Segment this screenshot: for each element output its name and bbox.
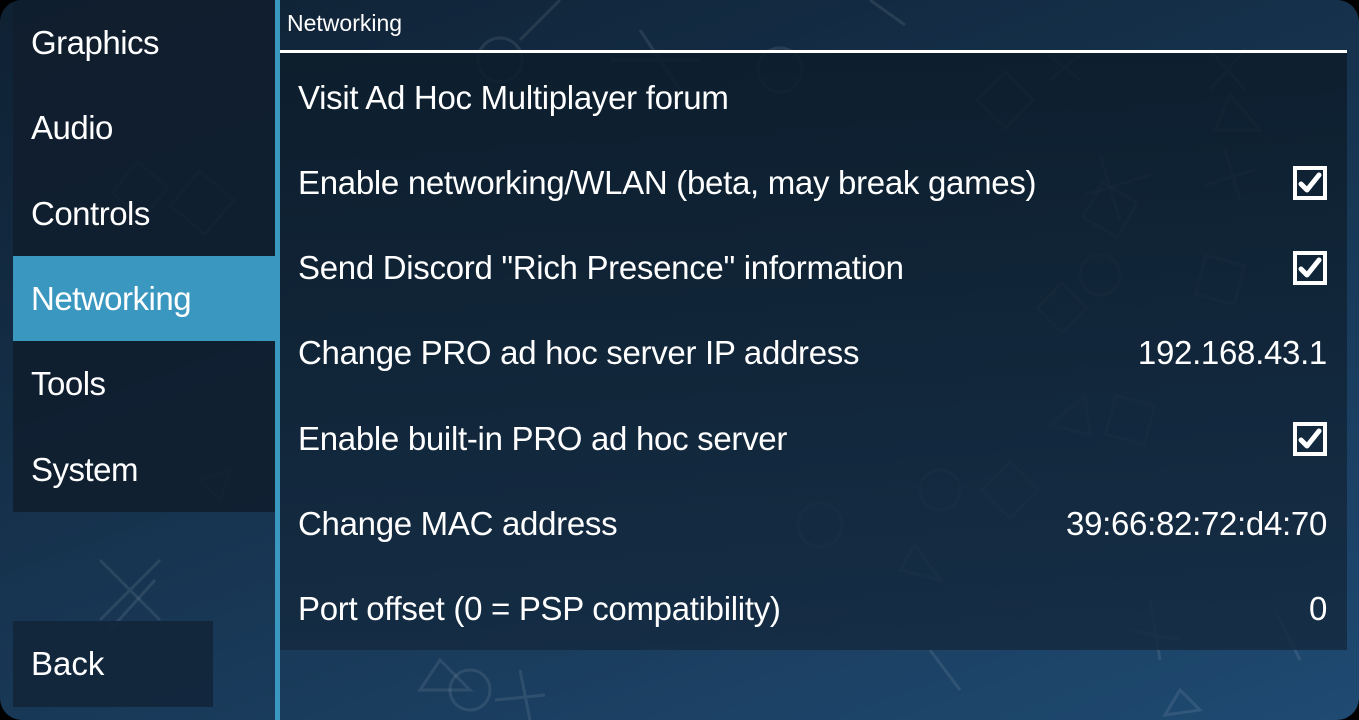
port-offset-value: 0 — [1308, 589, 1327, 627]
setting-port-offset[interactable]: Port offset (0 = PSP compatibility) 0 — [280, 566, 1347, 651]
setting-adhoc-forum-link[interactable]: Visit Ad Hoc Multiplayer forum — [280, 55, 1347, 140]
setting-label: Change PRO ad hoc server IP address — [298, 333, 860, 371]
sidebar-item-label: Tools — [31, 364, 106, 402]
setting-mac-address[interactable]: Change MAC address 39:66:82:72:d4:70 — [280, 481, 1347, 566]
screen: Graphics Audio Controls Networking Tools… — [0, 0, 1359, 720]
setting-label: Port offset (0 = PSP compatibility) — [298, 589, 781, 627]
checkmark-icon — [1298, 172, 1322, 192]
setting-discord-rich-presence[interactable]: Send Discord "Rich Presence" information — [280, 225, 1347, 310]
sidebar-item-label: Graphics — [31, 23, 160, 61]
setting-label: Enable built-in PRO ad hoc server — [298, 419, 788, 457]
builtin-server-checkbox[interactable] — [1293, 421, 1327, 456]
enable-networking-checkbox[interactable] — [1293, 165, 1327, 200]
discord-rich-presence-checkbox[interactable] — [1293, 250, 1327, 285]
back-button[interactable]: Back — [13, 621, 213, 707]
page-title: Networking — [287, 10, 403, 36]
back-button-label: Back — [31, 645, 105, 682]
setting-label: Enable networking/WLAN (beta, may break … — [298, 163, 1037, 201]
sidebar-item-networking[interactable]: Networking — [13, 256, 275, 341]
sidebar-item-audio[interactable]: Audio — [13, 85, 275, 170]
sidebar: Graphics Audio Controls Networking Tools… — [13, 0, 275, 512]
setting-enable-networking[interactable]: Enable networking/WLAN (beta, may break … — [280, 140, 1347, 225]
sidebar-item-label: Controls — [31, 194, 150, 232]
setting-label: Send Discord "Rich Presence" information — [298, 248, 904, 286]
mac-address-value: 39:66:82:72:d4:70 — [1066, 504, 1327, 542]
sidebar-item-controls[interactable]: Controls — [13, 171, 275, 256]
setting-label: Change MAC address — [298, 504, 618, 542]
checkmark-icon — [1298, 257, 1322, 277]
sidebar-item-graphics[interactable]: Graphics — [13, 0, 275, 85]
sidebar-item-system[interactable]: System — [13, 427, 275, 512]
sidebar-item-label: Networking — [31, 279, 192, 317]
sidebar-item-label: Audio — [31, 108, 113, 146]
server-ip-value: 192.168.43.1 — [1137, 333, 1327, 371]
setting-builtin-pro-adhoc-server[interactable]: Enable built-in PRO ad hoc server — [280, 396, 1347, 481]
checkmark-icon — [1298, 428, 1322, 448]
sidebar-item-label: System — [31, 450, 139, 488]
setting-pro-adhoc-server-ip[interactable]: Change PRO ad hoc server IP address 192.… — [280, 310, 1347, 395]
sidebar-item-tools[interactable]: Tools — [13, 341, 275, 426]
setting-label: Visit Ad Hoc Multiplayer forum — [298, 78, 729, 116]
